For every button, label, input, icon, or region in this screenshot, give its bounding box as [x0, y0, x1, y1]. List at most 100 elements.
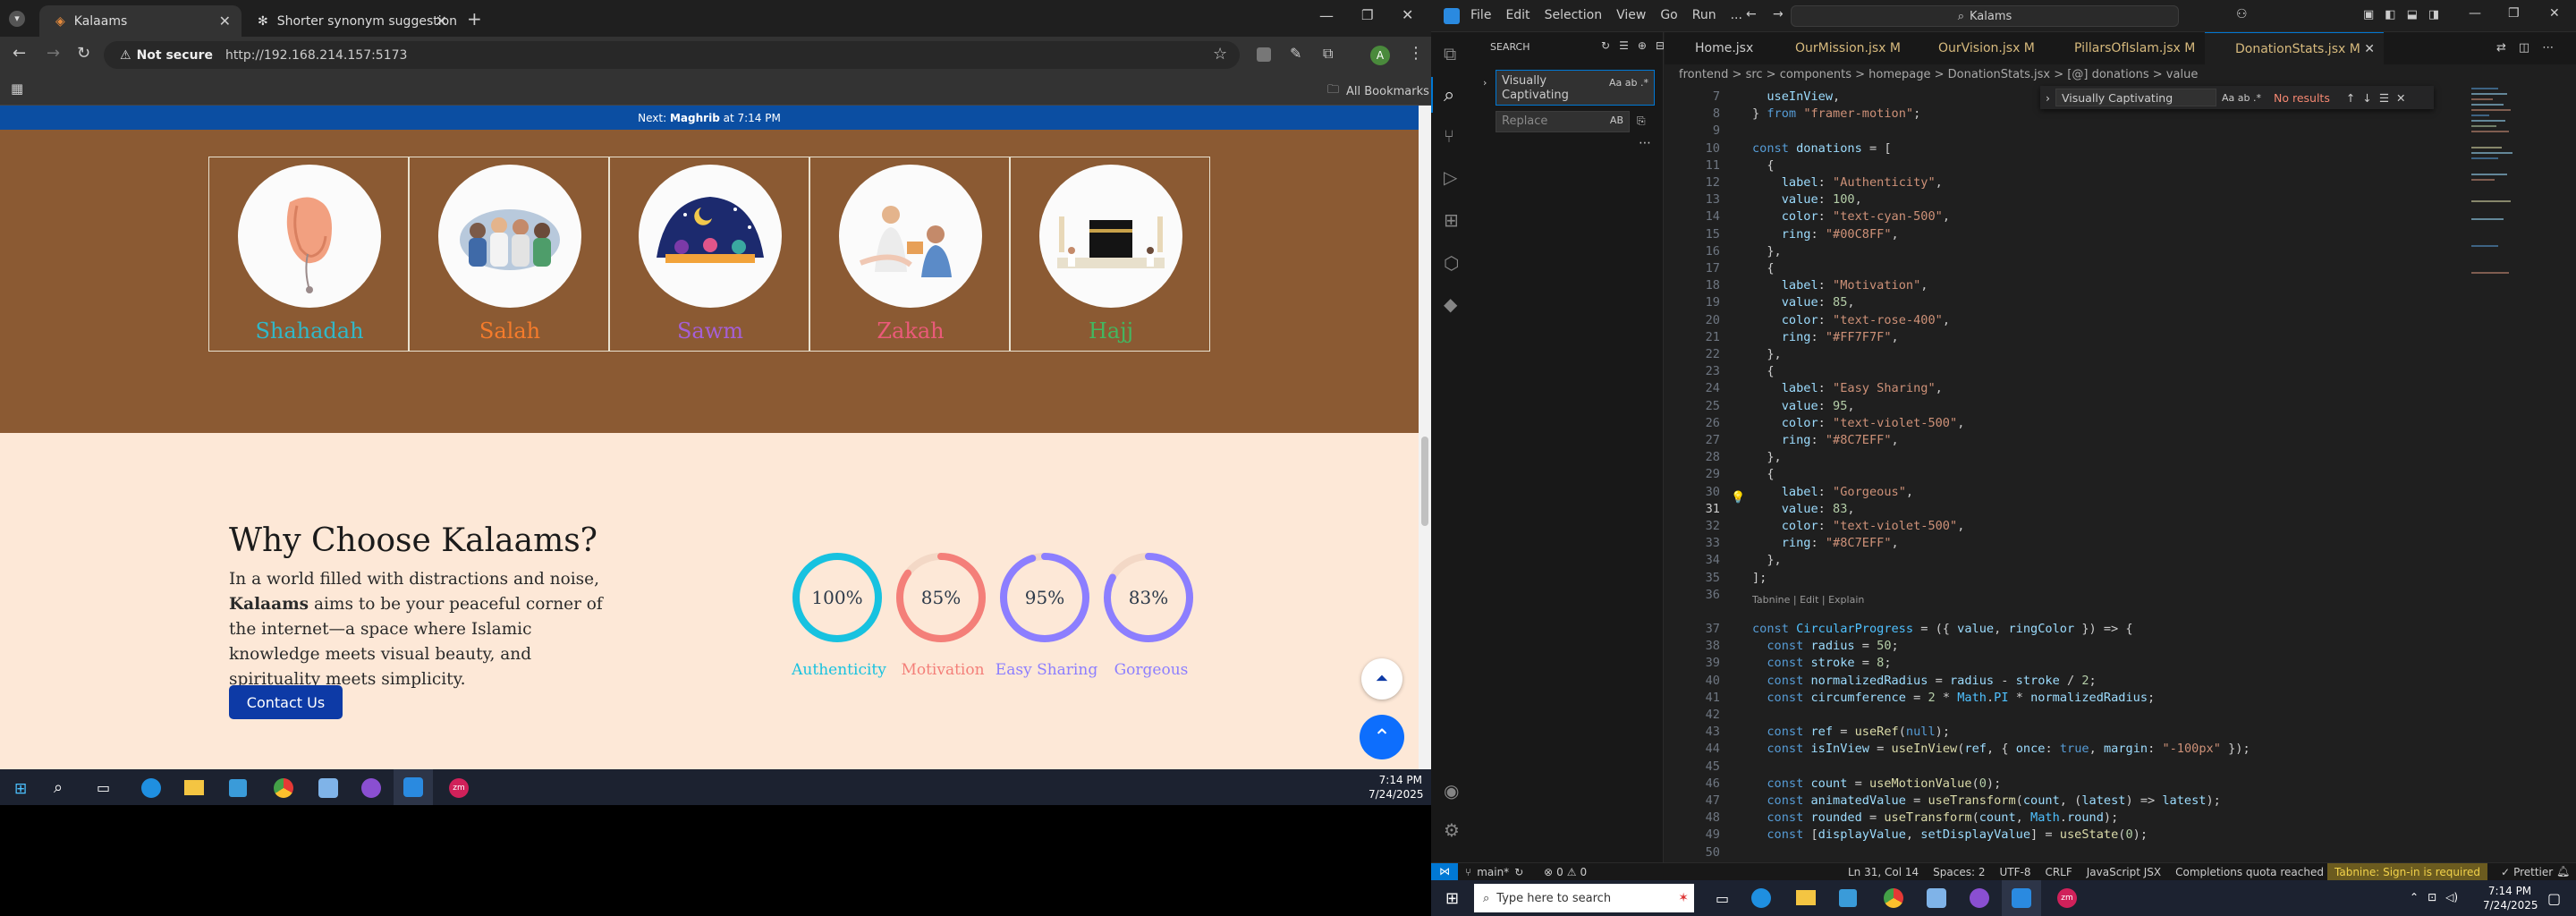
run-debug-icon[interactable]: ▷ — [1444, 166, 1457, 188]
command-center[interactable]: ⌕ Kalams — [1791, 5, 2179, 27]
github-desktop-icon[interactable] — [361, 778, 381, 798]
close-icon[interactable]: ✕ — [2396, 91, 2405, 105]
remote-indicator-icon[interactable]: ⋈ — [1431, 863, 1458, 880]
pillar-card-zakah[interactable]: Zakah — [809, 157, 1010, 352]
store-icon[interactable] — [229, 779, 247, 797]
task-view-icon[interactable]: ▭ — [1716, 890, 1729, 907]
remote-icon[interactable]: ⬡ — [1444, 252, 1459, 274]
tab-search-button[interactable]: ▾ — [9, 11, 25, 27]
search-icon[interactable]: ⌕ — [1444, 84, 1454, 106]
store-icon[interactable] — [1839, 889, 1857, 907]
new-tab-plus-icon[interactable]: + — [467, 8, 482, 30]
copilot-icon[interactable]: ⚇ — [2236, 7, 2248, 21]
pillar-card-salah[interactable]: Salah — [409, 157, 609, 352]
menu-run[interactable]: Run — [1692, 8, 1716, 22]
minimize-icon[interactable]: — — [2469, 6, 2481, 21]
account-icon[interactable]: ◉ — [1444, 780, 1459, 802]
preserve-case-toggle[interactable]: AB — [1610, 114, 1623, 126]
pillar-card-hajj[interactable]: Hajj — [1010, 157, 1210, 352]
branch-status[interactable]: ⑂ main* ↻ — [1465, 866, 1523, 878]
tab-pillarsofislam[interactable]: PillarsOfIslam.jsx M — [2044, 32, 2205, 64]
tab-ourvision[interactable]: OurVision.jsx M — [1908, 32, 2044, 64]
notifications-bell-icon[interactable]: 🔔︎ — [2556, 865, 2570, 878]
vscode-insiders-icon[interactable] — [1927, 888, 1946, 908]
menu-go[interactable]: Go — [1660, 8, 1677, 22]
code-editor[interactable]: 7 useInView, 8} from "framer-motion"; 9 10 c… — [1665, 84, 2576, 877]
layout-icon[interactable]: ▣ — [2363, 8, 2374, 21]
copilot-quota[interactable]: Completions quota reached — [2175, 866, 2324, 878]
extensions-icon[interactable]: ⊞ — [1444, 209, 1459, 231]
encoding[interactable]: UTF-8 — [1999, 866, 2030, 878]
pillar-card-shahadah[interactable]: Shahadah — [208, 157, 409, 352]
prettier-status[interactable]: ✓ Prettier — [2501, 866, 2553, 878]
refresh-icon[interactable]: ↻ — [1601, 39, 1610, 52]
chat-bubble-button[interactable]: ⏶ — [1361, 658, 1402, 700]
menu-more[interactable]: ... — [1731, 8, 1742, 22]
notifications-icon[interactable]: ▢ — [2547, 890, 2561, 907]
close-window-icon[interactable]: ✕ — [2549, 6, 2560, 21]
back-icon[interactable]: ← — [13, 44, 26, 63]
explorer-icon[interactable]: ⧉ — [1444, 43, 1456, 64]
pen-icon[interactable]: ✎ — [1290, 45, 1301, 62]
zoom-icon[interactable]: zm — [449, 778, 469, 798]
restore-icon[interactable]: ❐ — [2508, 6, 2520, 21]
prev-match-icon[interactable]: ↑ — [2346, 91, 2355, 105]
tab-ourmission[interactable]: OurMission.jsx M — [1765, 32, 1908, 64]
close-window-icon[interactable]: ✕ — [1402, 6, 1413, 23]
source-control-icon[interactable]: ⑂ — [1444, 125, 1454, 147]
tab-kalaams[interactable]: ◈ Kalaams ✕ — [39, 5, 242, 37]
avatar[interactable]: A — [1370, 46, 1390, 65]
vscode-insiders-icon[interactable] — [318, 778, 338, 798]
tabnine-status[interactable]: Tabnine: Sign-in is required — [2327, 863, 2488, 880]
nav-forward-icon[interactable]: → — [1773, 7, 1784, 21]
problems-status[interactable]: ⊗ 0 ⚠ 0 — [1544, 866, 1587, 878]
windows-start-icon[interactable]: ⊞ — [14, 780, 27, 798]
find-input[interactable]: Visually Captivating — [2055, 89, 2216, 106]
close-icon[interactable]: ✕ — [219, 13, 231, 30]
breadcrumb[interactable]: frontend > src > components > homepage >… — [1665, 64, 2576, 84]
minimap[interactable] — [2470, 84, 2523, 388]
task-view-icon[interactable]: ▭ — [97, 779, 110, 796]
zoom-icon[interactable]: zm — [2057, 888, 2077, 908]
new-search-icon[interactable]: ⊕ — [1638, 39, 1647, 52]
find-in-selection-icon[interactable]: ☰ — [2379, 91, 2389, 105]
windows-start-icon[interactable]: ⊞ — [1445, 889, 1459, 908]
tab-donationstats[interactable]: DonationStats.jsx M ✕ — [2205, 32, 2384, 64]
menu-view[interactable]: View — [1616, 8, 1646, 22]
minimize-icon[interactable]: — — [1319, 7, 1334, 24]
contact-us-button[interactable]: Contact Us — [229, 685, 343, 719]
network-icon[interactable]: ⊡ — [2428, 891, 2436, 903]
edge-icon[interactable] — [1751, 888, 1771, 908]
scrollbar-thumb[interactable] — [1421, 437, 1428, 526]
lightbulb-icon[interactable]: 💡 — [1731, 491, 1745, 505]
vscode-taskbar-active[interactable] — [394, 769, 433, 805]
toggle-replace-icon[interactable]: › — [2046, 91, 2050, 105]
replace-all-icon[interactable]: ⎘ — [1637, 114, 1646, 128]
file-explorer-icon[interactable] — [184, 780, 204, 795]
menu-file[interactable]: File — [1470, 8, 1491, 22]
clock[interactable]: 7:14 PM 7/24/2025 — [2483, 884, 2538, 912]
toggle-secondary-icon[interactable]: ◨ — [2428, 8, 2439, 21]
chrome-icon[interactable] — [274, 778, 293, 798]
menu-selection[interactable]: Selection — [1545, 8, 1603, 22]
clock[interactable]: 7:14 PM 7/24/2025 — [1368, 773, 1424, 802]
line-ending[interactable]: CRLF — [2045, 866, 2072, 878]
split-editor-icon[interactable]: ◫ — [2519, 41, 2529, 55]
menu-edit[interactable]: Edit — [1505, 8, 1530, 22]
next-match-icon[interactable]: ↓ — [2362, 91, 2371, 105]
edge-icon[interactable] — [141, 778, 161, 798]
compare-icon[interactable]: ⇄ — [2496, 41, 2506, 55]
github-desktop-icon[interactable] — [1970, 888, 1989, 908]
taskbar-search-box[interactable]: ⌕ Type here to search ✶ — [1474, 884, 1694, 912]
more-options-icon[interactable]: ⋯ — [1639, 136, 1651, 150]
maximize-icon[interactable]: ❐ — [1361, 7, 1373, 23]
extension-icon[interactable] — [1257, 47, 1271, 62]
tab-home[interactable]: Home.jsx — [1665, 32, 1765, 64]
reload-icon[interactable]: ↻ — [77, 44, 90, 63]
toggle-sidebar-icon[interactable]: ◧ — [2385, 8, 2395, 21]
toggle-replace-icon[interactable]: › — [1483, 77, 1487, 89]
bookmark-star-icon[interactable]: ☆ — [1213, 45, 1227, 64]
pillar-card-sawm[interactable]: Sawm — [609, 157, 809, 352]
close-icon[interactable]: ✕ — [2364, 42, 2375, 56]
tray-chevron-icon[interactable]: ⌃ — [2410, 891, 2419, 903]
